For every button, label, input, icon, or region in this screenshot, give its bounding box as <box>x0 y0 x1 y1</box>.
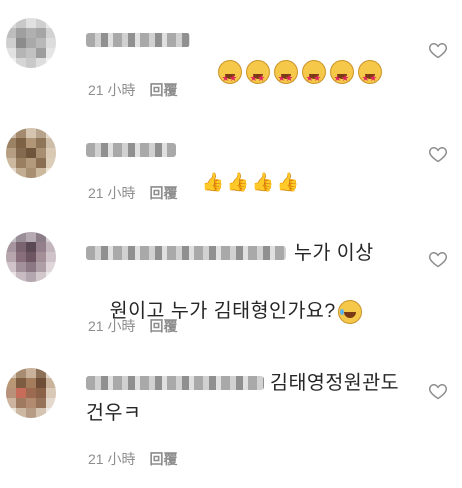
avatar[interactable] <box>6 18 56 68</box>
heart-outline-icon[interactable] <box>428 144 448 164</box>
comment-emoji-row: 👍 👍 👍 👍 <box>178 137 301 228</box>
avatar[interactable] <box>6 368 56 418</box>
username-blurred[interactable] <box>86 246 286 260</box>
heart-outline-icon[interactable] <box>428 40 448 60</box>
comment-meta: 21 小時 回覆 <box>88 449 177 469</box>
thumbs-up-icon: 👍 <box>201 171 225 193</box>
reply-button[interactable]: 回覆 <box>149 318 177 334</box>
thumbs-up-icon: 👍 <box>226 171 250 193</box>
star-struck-icon <box>329 59 354 93</box>
avatar[interactable] <box>6 128 56 178</box>
heart-outline-icon[interactable] <box>428 381 448 401</box>
username-blurred[interactable] <box>86 33 190 47</box>
timestamp: 21 小時 <box>88 451 136 467</box>
avatar[interactable] <box>6 232 56 282</box>
username-blurred[interactable] <box>86 376 264 390</box>
star-struck-icon <box>301 59 326 93</box>
comment-text-line1: 김태영정원관도 <box>270 372 400 394</box>
joy-icon <box>337 299 362 324</box>
star-struck-icon <box>273 59 298 93</box>
timestamp: 21 小時 <box>88 185 136 201</box>
star-struck-icon <box>217 59 242 93</box>
star-struck-icon <box>245 59 270 93</box>
reply-button[interactable]: 回覆 <box>149 82 177 98</box>
timestamp: 21 小時 <box>88 82 136 98</box>
comment-text-line2-wrap: 원이고 누가 김태형인가요? <box>86 266 362 356</box>
reply-button[interactable]: 回覆 <box>149 451 177 467</box>
heart-outline-icon[interactable] <box>428 249 448 269</box>
comment-emoji-row <box>194 26 386 116</box>
comment-meta: 21 小時 回覆 <box>88 183 177 203</box>
thumbs-up-icon: 👍 <box>276 171 300 193</box>
comment-meta: 21 小時 回覆 <box>88 80 177 100</box>
thumbs-up-icon: 👍 <box>251 171 275 193</box>
comment-meta: 21 小時 回覆 <box>88 316 177 336</box>
comment-text-line2: 건우ㅋ <box>86 402 142 424</box>
comment-text-line1: 누가 이상 <box>294 242 374 264</box>
username-blurred[interactable] <box>86 143 176 157</box>
timestamp: 21 小時 <box>88 318 136 334</box>
reply-button[interactable]: 回覆 <box>149 185 177 201</box>
star-struck-icon <box>357 59 382 93</box>
